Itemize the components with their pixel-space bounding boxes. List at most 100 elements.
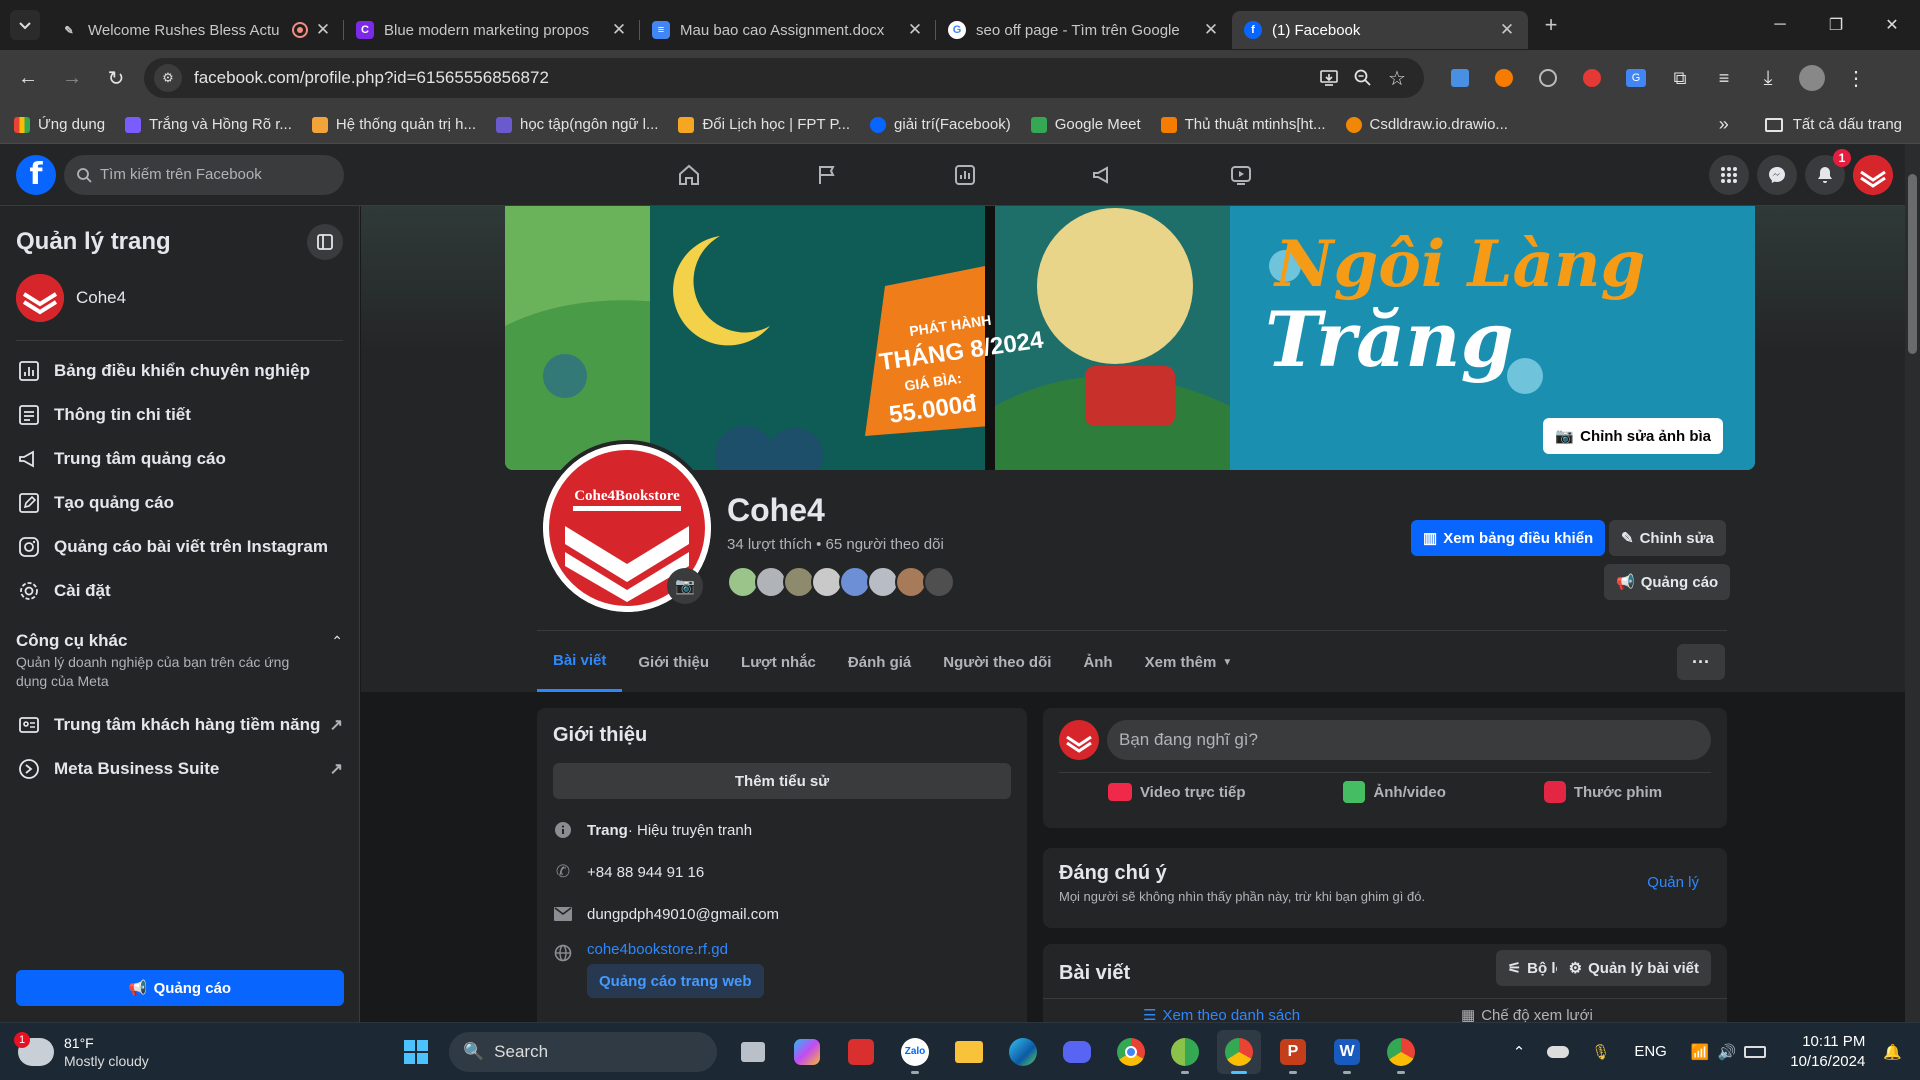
account-avatar[interactable] <box>1853 155 1893 195</box>
live-video-button[interactable]: Video trực tiếp <box>1107 781 1246 803</box>
minimize-button[interactable]: ─ <box>1752 0 1808 50</box>
close-window-button[interactable]: ✕ <box>1864 0 1920 50</box>
more-bookmarks-icon[interactable]: » <box>1719 114 1729 135</box>
browser-menu-icon[interactable]: ⋮ <box>1834 58 1878 98</box>
address-bar[interactable]: ⚙ facebook.com/profile.php?id=6156555685… <box>144 58 1424 98</box>
bookmark-item[interactable]: Google Meet <box>1030 116 1141 133</box>
bookmark-star-icon[interactable]: ☆ <box>1380 61 1414 95</box>
media-control-icon[interactable]: ≡ <box>1702 58 1746 98</box>
close-tab-icon[interactable]: ✕ <box>906 20 924 40</box>
browser-tab[interactable]: ✎ Welcome Rushes Bless Actu ✕ <box>48 11 344 49</box>
start-button[interactable] <box>394 1030 438 1074</box>
bookmark-item[interactable]: Hệ thống quản trị h... <box>311 116 476 133</box>
app-icon[interactable] <box>839 1030 883 1074</box>
bookmark-item[interactable]: giải trí(Facebook) <box>870 116 1011 133</box>
edit-cover-button[interactable]: 📷 Chỉnh sửa ảnh bìa <box>1543 418 1723 454</box>
task-view-icon[interactable] <box>731 1030 775 1074</box>
forward-button[interactable]: → <box>52 58 92 98</box>
tab-photos[interactable]: Ảnh <box>1067 632 1128 692</box>
sidebar-item-leads-center[interactable]: Trung tâm khách hàng tiềm năng ↗ <box>0 703 359 747</box>
url-text[interactable]: facebook.com/profile.php?id=615655568568… <box>194 68 1312 88</box>
extensions-puzzle-icon[interactable]: ⧉ <box>1658 58 1702 98</box>
cover-photo[interactable]: PHÁT HÀNH THÁNG 8/2024 GIÁ BÌA: 55.000đ … <box>505 206 1755 470</box>
extension-icon[interactable] <box>1570 58 1614 98</box>
edit-page-button[interactable]: ✎ Chỉnh sửa <box>1609 520 1726 556</box>
copilot-icon[interactable] <box>785 1030 829 1074</box>
featured-manage-link[interactable]: Quản lý <box>1647 874 1699 891</box>
nav-ads[interactable] <box>1034 144 1172 206</box>
tab-reviews[interactable]: Đánh giá <box>832 632 927 692</box>
volume-icon[interactable]: 🔊 <box>1718 1043 1737 1061</box>
website-link[interactable]: cohe4bookstore.rf.gd <box>587 941 764 958</box>
chrome-icon[interactable] <box>1109 1030 1153 1074</box>
bookmark-item[interactable]: Đổi Lịch học | FPT P... <box>678 116 850 133</box>
zalo-icon[interactable]: Zalo <box>893 1030 937 1074</box>
profile-avatar[interactable] <box>1790 58 1834 98</box>
close-tab-icon[interactable]: ✕ <box>1202 20 1220 40</box>
browser-tab[interactable]: G seo off page - Tìm trên Google ✕ <box>936 11 1232 49</box>
bookmark-item[interactable]: học tập(ngôn ngữ l... <box>495 116 658 133</box>
tab-more[interactable]: Xem thêm ▼ <box>1129 632 1249 692</box>
weather-widget[interactable]: 1 81°F Mostly cloudy <box>14 1031 358 1070</box>
powerpoint-icon[interactable]: P <box>1271 1030 1315 1074</box>
translate-icon[interactable]: G <box>1614 58 1658 98</box>
nav-home[interactable] <box>620 144 758 206</box>
sidebar-item-settings[interactable]: Cài đặt <box>0 569 359 613</box>
promote-button[interactable]: 📢 Quảng cáo <box>1604 564 1731 600</box>
follower-avatars[interactable] <box>727 566 955 598</box>
sidebar-item-ad-center[interactable]: Trung tâm quảng cáo <box>0 437 359 481</box>
tab-followers[interactable]: Người theo dõi <box>927 632 1067 692</box>
tab-posts[interactable]: Bài viết <box>537 632 623 692</box>
facebook-logo[interactable]: f <box>16 154 56 195</box>
page-stats[interactable]: 34 lượt thích • 65 người theo dõi <box>727 536 944 553</box>
back-button[interactable]: ← <box>8 58 48 98</box>
sidebar-item-insights[interactable]: Thông tin chi tiết <box>0 393 359 437</box>
sidebar-page-switcher[interactable]: Cohe4 <box>0 260 359 336</box>
reload-button[interactable]: ↻ <box>96 58 136 98</box>
chrome-profile-icon[interactable] <box>1163 1030 1207 1074</box>
chrome-active-icon[interactable] <box>1217 1029 1261 1074</box>
sidebar-item-instagram-ads[interactable]: Quảng cáo bài viết trên Instagram <box>0 525 359 569</box>
bookmark-item[interactable]: Ứng dụng <box>14 116 105 133</box>
microphone-icon[interactable]: 🎙 <box>1591 1043 1610 1061</box>
extension-icon[interactable] <box>1526 58 1570 98</box>
close-tab-icon[interactable]: ✕ <box>314 20 332 40</box>
grid-view-tab[interactable]: ▦ Chế độ xem lưới <box>1461 1006 1593 1023</box>
notifications-button[interactable]: 1 <box>1805 149 1851 195</box>
bookmark-item[interactable]: Thủ thuật mtinhs[ht... <box>1160 116 1326 133</box>
edge-icon[interactable] <box>1001 1030 1045 1074</box>
word-icon[interactable]: W <box>1325 1030 1369 1074</box>
bookmark-item[interactable]: Csdldraw.io.drawio... <box>1345 116 1508 133</box>
download-icon[interactable]: ⤓ <box>1746 58 1790 98</box>
composer-input[interactable]: Bạn đang nghĩ gì? <box>1107 720 1711 760</box>
sidebar-ads-button[interactable]: 📢 Quảng cáo <box>16 970 344 1006</box>
promote-website-button[interactable]: Quảng cáo trang web <box>587 964 764 998</box>
restore-button[interactable]: ❐ <box>1808 0 1864 50</box>
new-tab-button[interactable]: + <box>1536 10 1566 40</box>
nav-dashboard[interactable] <box>896 144 1034 206</box>
browser-tab[interactable]: ≡ Mau bao cao Assignment.docx ✕ <box>640 11 936 49</box>
extension-icon[interactable] <box>1438 58 1482 98</box>
reel-button[interactable]: Thước phim <box>1543 781 1662 803</box>
other-tools-header[interactable]: Công cụ khác ⌃ <box>0 613 359 651</box>
more-options-button[interactable]: ··· <box>1677 644 1725 680</box>
install-app-icon[interactable] <box>1312 61 1346 95</box>
discord-icon[interactable] <box>1055 1030 1099 1074</box>
nav-pages[interactable] <box>758 144 896 206</box>
site-info-icon[interactable]: ⚙ <box>154 64 182 92</box>
manage-posts-button[interactable]: ⚙ Quản lý bài viết <box>1556 950 1711 986</box>
sidebar-item-dashboard[interactable]: Bảng điều khiển chuyên nghiệp <box>0 349 359 393</box>
onedrive-icon[interactable] <box>1547 1045 1570 1058</box>
menu-button[interactable] <box>1709 155 1749 195</box>
page-scrollbar[interactable] <box>1905 144 1920 1022</box>
collapse-sidebar-button[interactable] <box>307 224 343 260</box>
chevron-up-icon[interactable]: ⌃ <box>1513 1043 1526 1061</box>
browser-tab-active[interactable]: f (1) Facebook ✕ <box>1232 11 1528 49</box>
taskbar-search[interactable]: 🔍 Search <box>449 1031 717 1072</box>
photo-video-button[interactable]: Ảnh/video <box>1343 781 1446 803</box>
change-avatar-button[interactable]: 📷 <box>667 568 703 604</box>
view-dashboard-button[interactable]: ▥ Xem bảng điều khiển <box>1411 520 1606 556</box>
clock[interactable]: 10:11 PM 10/16/2024 <box>1790 1032 1865 1072</box>
scrollbar-thumb[interactable] <box>1908 174 1917 354</box>
nav-video[interactable] <box>1172 144 1310 206</box>
